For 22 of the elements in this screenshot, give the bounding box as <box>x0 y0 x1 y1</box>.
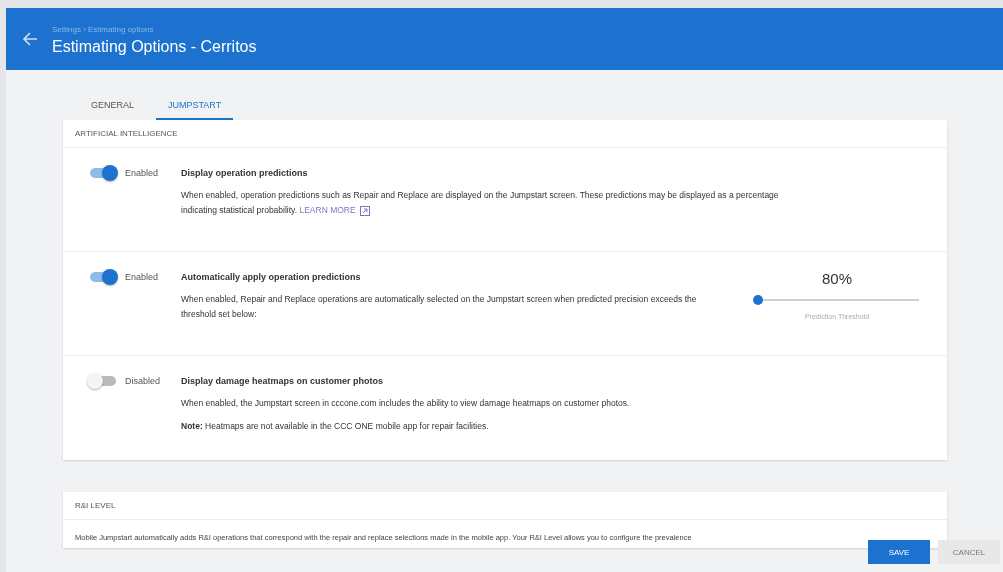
learn-more-link[interactable]: LEARN MORE <box>299 203 370 218</box>
setting-description: When enabled, Repair and Replace operations are automatically selected on the Jumpstart screen when predicted precision exceeds the threshold set below: <box>181 293 698 321</box>
page-title: Estimating Options - Cerritos <box>52 37 257 56</box>
save-button[interactable]: SAVE <box>868 540 930 564</box>
setting-description: When enabled, operation predictions such as Repair and Replace are displayed on the Jumpstart screen. These predictions may be displayed as a percentage indicating statistical probability. LEARN MORE <box>181 188 781 218</box>
threshold-reading: 80% <box>822 270 852 287</box>
toggle-switch[interactable] <box>87 374 117 388</box>
cancel-button[interactable]: CANCEL <box>938 540 1000 564</box>
setting-title: Automatically apply operation predictions <box>181 271 362 284</box>
tab[interactable]: GENERAL <box>79 94 146 120</box>
toggle-status: Disabled <box>125 375 161 388</box>
toggle-status: Enabled <box>125 271 159 284</box>
slider-thumb[interactable] <box>753 295 764 305</box>
section-heading: ARTIFICIAL INTELLIGENCE <box>63 120 947 148</box>
external-link-icon[interactable] <box>359 205 370 216</box>
section-heading: R&I LEVEL <box>63 492 947 520</box>
setting-title: Display operation predictions <box>181 167 309 180</box>
setting-title: Display damage heatmaps on customer photos <box>181 375 385 388</box>
breadcrumb[interactable]: Settings › Estimating options <box>52 24 257 34</box>
note-text: Note: Heatmaps are not available in the CCC ONE mobile app for repair facilities. <box>181 420 490 433</box>
toggle-status: Enabled <box>125 167 159 180</box>
setting-description: When enabled, the Jumpstart screen in cccone.com includes the ability to view damage heatmaps on customer photos. <box>181 397 631 410</box>
